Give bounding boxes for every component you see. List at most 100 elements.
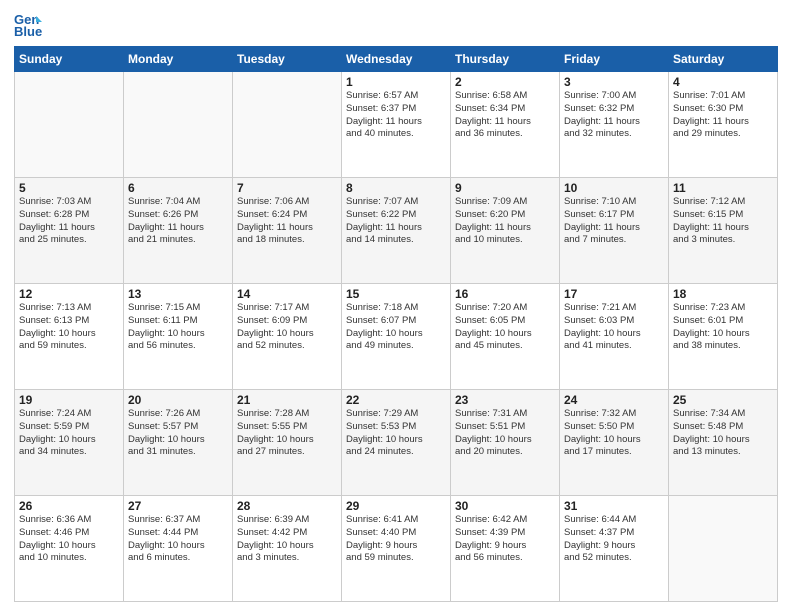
calendar-cell: 20Sunrise: 7:26 AM Sunset: 5:57 PM Dayli… xyxy=(124,390,233,496)
calendar-cell: 22Sunrise: 7:29 AM Sunset: 5:53 PM Dayli… xyxy=(342,390,451,496)
day-number: 17 xyxy=(564,287,664,301)
calendar-cell: 21Sunrise: 7:28 AM Sunset: 5:55 PM Dayli… xyxy=(233,390,342,496)
calendar-cell xyxy=(233,72,342,178)
cell-info: Sunrise: 6:57 AM Sunset: 6:37 PM Dayligh… xyxy=(346,90,446,141)
day-number: 10 xyxy=(564,181,664,195)
day-number: 30 xyxy=(455,499,555,513)
calendar-cell: 10Sunrise: 7:10 AM Sunset: 6:17 PM Dayli… xyxy=(560,178,669,284)
calendar-cell: 27Sunrise: 6:37 AM Sunset: 4:44 PM Dayli… xyxy=(124,496,233,602)
day-number: 19 xyxy=(19,393,119,407)
weekday-header: Sunday xyxy=(15,47,124,72)
day-number: 2 xyxy=(455,75,555,89)
cell-info: Sunrise: 7:29 AM Sunset: 5:53 PM Dayligh… xyxy=(346,408,446,459)
cell-info: Sunrise: 7:32 AM Sunset: 5:50 PM Dayligh… xyxy=(564,408,664,459)
calendar-cell: 23Sunrise: 7:31 AM Sunset: 5:51 PM Dayli… xyxy=(451,390,560,496)
calendar-week-row: 12Sunrise: 7:13 AM Sunset: 6:13 PM Dayli… xyxy=(15,284,778,390)
logo-icon: Gen Blue xyxy=(14,10,42,38)
day-number: 23 xyxy=(455,393,555,407)
day-number: 15 xyxy=(346,287,446,301)
cell-info: Sunrise: 7:03 AM Sunset: 6:28 PM Dayligh… xyxy=(19,196,119,247)
calendar-cell: 12Sunrise: 7:13 AM Sunset: 6:13 PM Dayli… xyxy=(15,284,124,390)
day-number: 25 xyxy=(673,393,773,407)
calendar-week-row: 26Sunrise: 6:36 AM Sunset: 4:46 PM Dayli… xyxy=(15,496,778,602)
day-number: 8 xyxy=(346,181,446,195)
calendar-cell: 7Sunrise: 7:06 AM Sunset: 6:24 PM Daylig… xyxy=(233,178,342,284)
day-number: 4 xyxy=(673,75,773,89)
calendar-cell: 5Sunrise: 7:03 AM Sunset: 6:28 PM Daylig… xyxy=(15,178,124,284)
calendar-cell: 18Sunrise: 7:23 AM Sunset: 6:01 PM Dayli… xyxy=(669,284,778,390)
calendar-cell: 16Sunrise: 7:20 AM Sunset: 6:05 PM Dayli… xyxy=(451,284,560,390)
cell-info: Sunrise: 7:01 AM Sunset: 6:30 PM Dayligh… xyxy=(673,90,773,141)
day-number: 18 xyxy=(673,287,773,301)
calendar-cell: 31Sunrise: 6:44 AM Sunset: 4:37 PM Dayli… xyxy=(560,496,669,602)
calendar-header-row: SundayMondayTuesdayWednesdayThursdayFrid… xyxy=(15,47,778,72)
day-number: 12 xyxy=(19,287,119,301)
day-number: 3 xyxy=(564,75,664,89)
day-number: 11 xyxy=(673,181,773,195)
day-number: 14 xyxy=(237,287,337,301)
cell-info: Sunrise: 7:12 AM Sunset: 6:15 PM Dayligh… xyxy=(673,196,773,247)
cell-info: Sunrise: 7:18 AM Sunset: 6:07 PM Dayligh… xyxy=(346,302,446,353)
calendar-cell: 15Sunrise: 7:18 AM Sunset: 6:07 PM Dayli… xyxy=(342,284,451,390)
day-number: 28 xyxy=(237,499,337,513)
day-number: 29 xyxy=(346,499,446,513)
calendar-cell xyxy=(15,72,124,178)
cell-info: Sunrise: 7:26 AM Sunset: 5:57 PM Dayligh… xyxy=(128,408,228,459)
cell-info: Sunrise: 7:00 AM Sunset: 6:32 PM Dayligh… xyxy=(564,90,664,141)
cell-info: Sunrise: 7:13 AM Sunset: 6:13 PM Dayligh… xyxy=(19,302,119,353)
calendar-body: 1Sunrise: 6:57 AM Sunset: 6:37 PM Daylig… xyxy=(15,72,778,602)
day-number: 22 xyxy=(346,393,446,407)
cell-info: Sunrise: 7:24 AM Sunset: 5:59 PM Dayligh… xyxy=(19,408,119,459)
day-number: 6 xyxy=(128,181,228,195)
cell-info: Sunrise: 6:36 AM Sunset: 4:46 PM Dayligh… xyxy=(19,514,119,565)
calendar-cell: 29Sunrise: 6:41 AM Sunset: 4:40 PM Dayli… xyxy=(342,496,451,602)
header: Gen Blue xyxy=(14,10,778,38)
day-number: 27 xyxy=(128,499,228,513)
cell-info: Sunrise: 7:07 AM Sunset: 6:22 PM Dayligh… xyxy=(346,196,446,247)
cell-info: Sunrise: 7:34 AM Sunset: 5:48 PM Dayligh… xyxy=(673,408,773,459)
day-number: 24 xyxy=(564,393,664,407)
calendar-cell: 19Sunrise: 7:24 AM Sunset: 5:59 PM Dayli… xyxy=(15,390,124,496)
calendar-cell: 17Sunrise: 7:21 AM Sunset: 6:03 PM Dayli… xyxy=(560,284,669,390)
cell-info: Sunrise: 7:17 AM Sunset: 6:09 PM Dayligh… xyxy=(237,302,337,353)
day-number: 26 xyxy=(19,499,119,513)
calendar-cell xyxy=(124,72,233,178)
weekday-header: Saturday xyxy=(669,47,778,72)
cell-info: Sunrise: 7:21 AM Sunset: 6:03 PM Dayligh… xyxy=(564,302,664,353)
cell-info: Sunrise: 6:39 AM Sunset: 4:42 PM Dayligh… xyxy=(237,514,337,565)
calendar-cell: 9Sunrise: 7:09 AM Sunset: 6:20 PM Daylig… xyxy=(451,178,560,284)
logo: Gen Blue xyxy=(14,10,44,38)
calendar-cell: 24Sunrise: 7:32 AM Sunset: 5:50 PM Dayli… xyxy=(560,390,669,496)
calendar-cell: 11Sunrise: 7:12 AM Sunset: 6:15 PM Dayli… xyxy=(669,178,778,284)
calendar-cell: 25Sunrise: 7:34 AM Sunset: 5:48 PM Dayli… xyxy=(669,390,778,496)
calendar-cell: 1Sunrise: 6:57 AM Sunset: 6:37 PM Daylig… xyxy=(342,72,451,178)
cell-info: Sunrise: 7:20 AM Sunset: 6:05 PM Dayligh… xyxy=(455,302,555,353)
weekday-header: Thursday xyxy=(451,47,560,72)
day-number: 16 xyxy=(455,287,555,301)
cell-info: Sunrise: 7:04 AM Sunset: 6:26 PM Dayligh… xyxy=(128,196,228,247)
cell-info: Sunrise: 6:42 AM Sunset: 4:39 PM Dayligh… xyxy=(455,514,555,565)
calendar-week-row: 5Sunrise: 7:03 AM Sunset: 6:28 PM Daylig… xyxy=(15,178,778,284)
calendar-cell: 4Sunrise: 7:01 AM Sunset: 6:30 PM Daylig… xyxy=(669,72,778,178)
svg-text:Blue: Blue xyxy=(14,24,42,38)
cell-info: Sunrise: 7:31 AM Sunset: 5:51 PM Dayligh… xyxy=(455,408,555,459)
day-number: 21 xyxy=(237,393,337,407)
page: Gen Blue SundayMondayTuesdayWednesdayThu… xyxy=(0,0,792,612)
cell-info: Sunrise: 7:06 AM Sunset: 6:24 PM Dayligh… xyxy=(237,196,337,247)
weekday-header: Wednesday xyxy=(342,47,451,72)
day-number: 20 xyxy=(128,393,228,407)
calendar-cell: 28Sunrise: 6:39 AM Sunset: 4:42 PM Dayli… xyxy=(233,496,342,602)
calendar-cell: 26Sunrise: 6:36 AM Sunset: 4:46 PM Dayli… xyxy=(15,496,124,602)
calendar-table: SundayMondayTuesdayWednesdayThursdayFrid… xyxy=(14,46,778,602)
day-number: 5 xyxy=(19,181,119,195)
cell-info: Sunrise: 6:41 AM Sunset: 4:40 PM Dayligh… xyxy=(346,514,446,565)
day-number: 13 xyxy=(128,287,228,301)
day-number: 9 xyxy=(455,181,555,195)
calendar-cell: 14Sunrise: 7:17 AM Sunset: 6:09 PM Dayli… xyxy=(233,284,342,390)
calendar-cell: 8Sunrise: 7:07 AM Sunset: 6:22 PM Daylig… xyxy=(342,178,451,284)
cell-info: Sunrise: 7:15 AM Sunset: 6:11 PM Dayligh… xyxy=(128,302,228,353)
weekday-header: Monday xyxy=(124,47,233,72)
day-number: 31 xyxy=(564,499,664,513)
calendar-week-row: 1Sunrise: 6:57 AM Sunset: 6:37 PM Daylig… xyxy=(15,72,778,178)
cell-info: Sunrise: 6:44 AM Sunset: 4:37 PM Dayligh… xyxy=(564,514,664,565)
